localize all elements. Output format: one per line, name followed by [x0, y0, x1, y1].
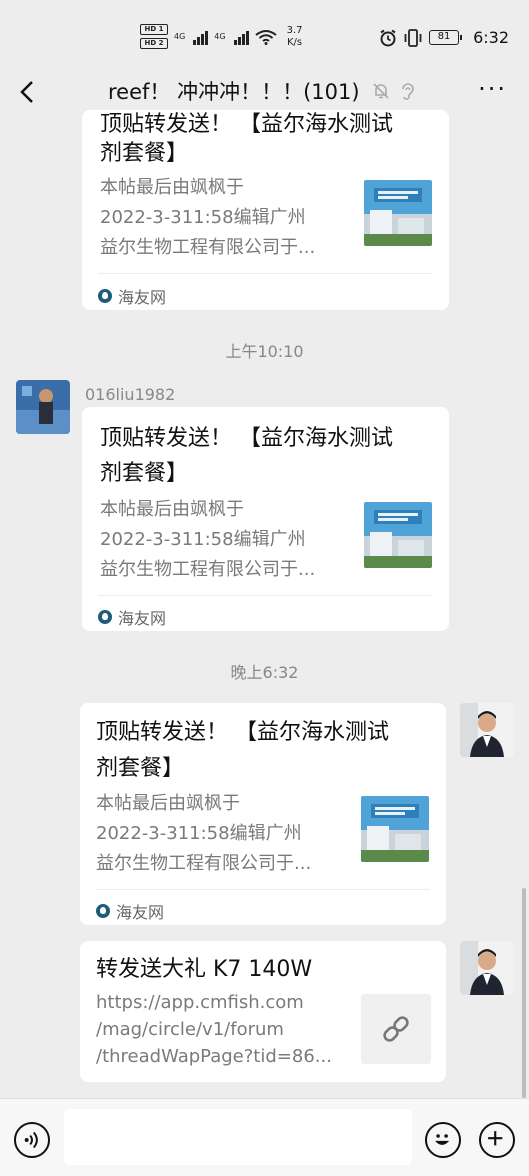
card-title-line1: 顶贴转发送！ 【益尔海水测试 — [100, 426, 393, 451]
battery-icon: 81 — [429, 30, 463, 45]
avatar[interactable] — [460, 703, 514, 757]
voice-icon[interactable] — [14, 1122, 50, 1158]
network2-label: 4G — [214, 32, 226, 41]
link-url-line2: /mag/circle/v1/forum — [96, 1019, 284, 1040]
status-bar: HD 1 HD 2 4G 4G 3.7 K/s 81 6:32 — [0, 0, 529, 62]
signal1-icon — [193, 29, 209, 45]
card-source: 海友网 — [96, 899, 164, 923]
article-card[interactable]: 顶贴转发送！ 【益尔海水测试 剂套餐】 本帖最后由飒枫于 2022-3-311:… — [82, 407, 449, 631]
sender-name: 016liu1982 — [85, 385, 176, 404]
link-url-line1: https://app.cmfish.com — [96, 992, 304, 1013]
emoji-icon[interactable] — [425, 1122, 461, 1158]
card-source: 海友网 — [98, 605, 166, 629]
signal2-icon — [233, 29, 249, 45]
card-desc-line1: 本帖最后由飒枫于 — [96, 793, 240, 814]
link-url-line3: /threadWapPage?tid=86... — [96, 1046, 332, 1067]
status-right: 81 6:32 — [379, 28, 509, 47]
avatar[interactable] — [460, 941, 514, 995]
source-name: 海友网 — [116, 903, 165, 922]
hd-indicators: HD 1 HD 2 — [140, 24, 168, 49]
card-source: 海友网 — [98, 284, 166, 308]
chat-title: reef！ 冲冲冲！！！(101) — [108, 80, 360, 104]
input-bar — [0, 1098, 529, 1176]
link-icon — [383, 1016, 409, 1042]
chevron-left-icon[interactable] — [14, 74, 42, 110]
source-logo-icon — [98, 289, 112, 303]
card-divider — [96, 889, 430, 890]
card-desc-line1: 本帖最后由飒枫于 — [100, 177, 244, 198]
network-speed: 3.7 K/s — [287, 25, 303, 49]
article-card[interactable]: 顶贴转发送！ 【益尔海水测试 剂套餐】 本帖最后由飒枫于 2022-3-311:… — [80, 703, 446, 925]
card-desc-line2: 2022-3-311:58编辑广州 — [100, 207, 306, 228]
article-card[interactable]: 顶贴转发送！ 【益尔海水测试 剂套餐】 本帖最后由飒枫于 2022-3-311:… — [82, 110, 449, 310]
card-title-line2: 剂套餐】 — [100, 141, 189, 166]
source-name: 海友网 — [118, 288, 167, 307]
source-name: 海友网 — [118, 609, 167, 628]
card-title-line1: 顶贴转发送！ 【益尔海水测试 — [96, 720, 389, 745]
link-thumbnail — [361, 994, 431, 1064]
card-desc-line3: 益尔生物工程有限公司于... — [96, 853, 312, 874]
link-title: 转发送大礼 K7 140W — [96, 957, 313, 982]
vibrate-icon — [404, 28, 422, 47]
plus-icon[interactable] — [479, 1122, 515, 1158]
clock: 6:32 — [473, 28, 509, 47]
network1-label: 4G — [174, 32, 186, 41]
alarm-icon — [380, 29, 396, 46]
hd1-badge: HD 1 — [140, 24, 168, 35]
source-logo-icon — [96, 904, 110, 918]
header-status-icons — [372, 82, 416, 100]
message-input[interactable] — [64, 1109, 412, 1165]
ear-icon — [402, 83, 414, 100]
card-divider — [98, 273, 433, 274]
avatar[interactable] — [16, 380, 70, 434]
speed-unit: K/s — [286, 36, 303, 48]
link-card[interactable]: 转发送大礼 K7 140W https://app.cmfish.com /ma… — [80, 941, 446, 1082]
article-thumbnail — [364, 502, 432, 568]
article-thumbnail — [361, 796, 429, 862]
card-divider — [98, 595, 433, 596]
scrollbar[interactable] — [522, 888, 526, 1098]
card-title-line2: 剂套餐】 — [96, 756, 185, 781]
card-desc-line2: 2022-3-311:58编辑广州 — [100, 529, 306, 550]
bell-off-icon — [373, 83, 389, 99]
hd2-badge: HD 2 — [140, 38, 168, 49]
card-desc-line3: 益尔生物工程有限公司于... — [100, 237, 316, 258]
speed-value: 3.7 — [286, 24, 303, 36]
card-title-line2: 剂套餐】 — [100, 461, 189, 486]
more-button[interactable]: ··· — [478, 74, 507, 104]
timestamp: 晚上6:32 — [230, 663, 299, 682]
wifi-icon — [254, 29, 277, 45]
source-logo-icon — [98, 610, 112, 624]
card-desc-line3: 益尔生物工程有限公司于... — [100, 559, 316, 580]
card-desc-line2: 2022-3-311:58编辑广州 — [96, 823, 302, 844]
article-thumbnail — [364, 180, 432, 246]
card-desc-line1: 本帖最后由飒枫于 — [100, 499, 244, 520]
status-left: HD 1 HD 2 4G 4G 3.7 K/s — [140, 24, 303, 49]
timestamp: 上午10:10 — [225, 342, 304, 361]
